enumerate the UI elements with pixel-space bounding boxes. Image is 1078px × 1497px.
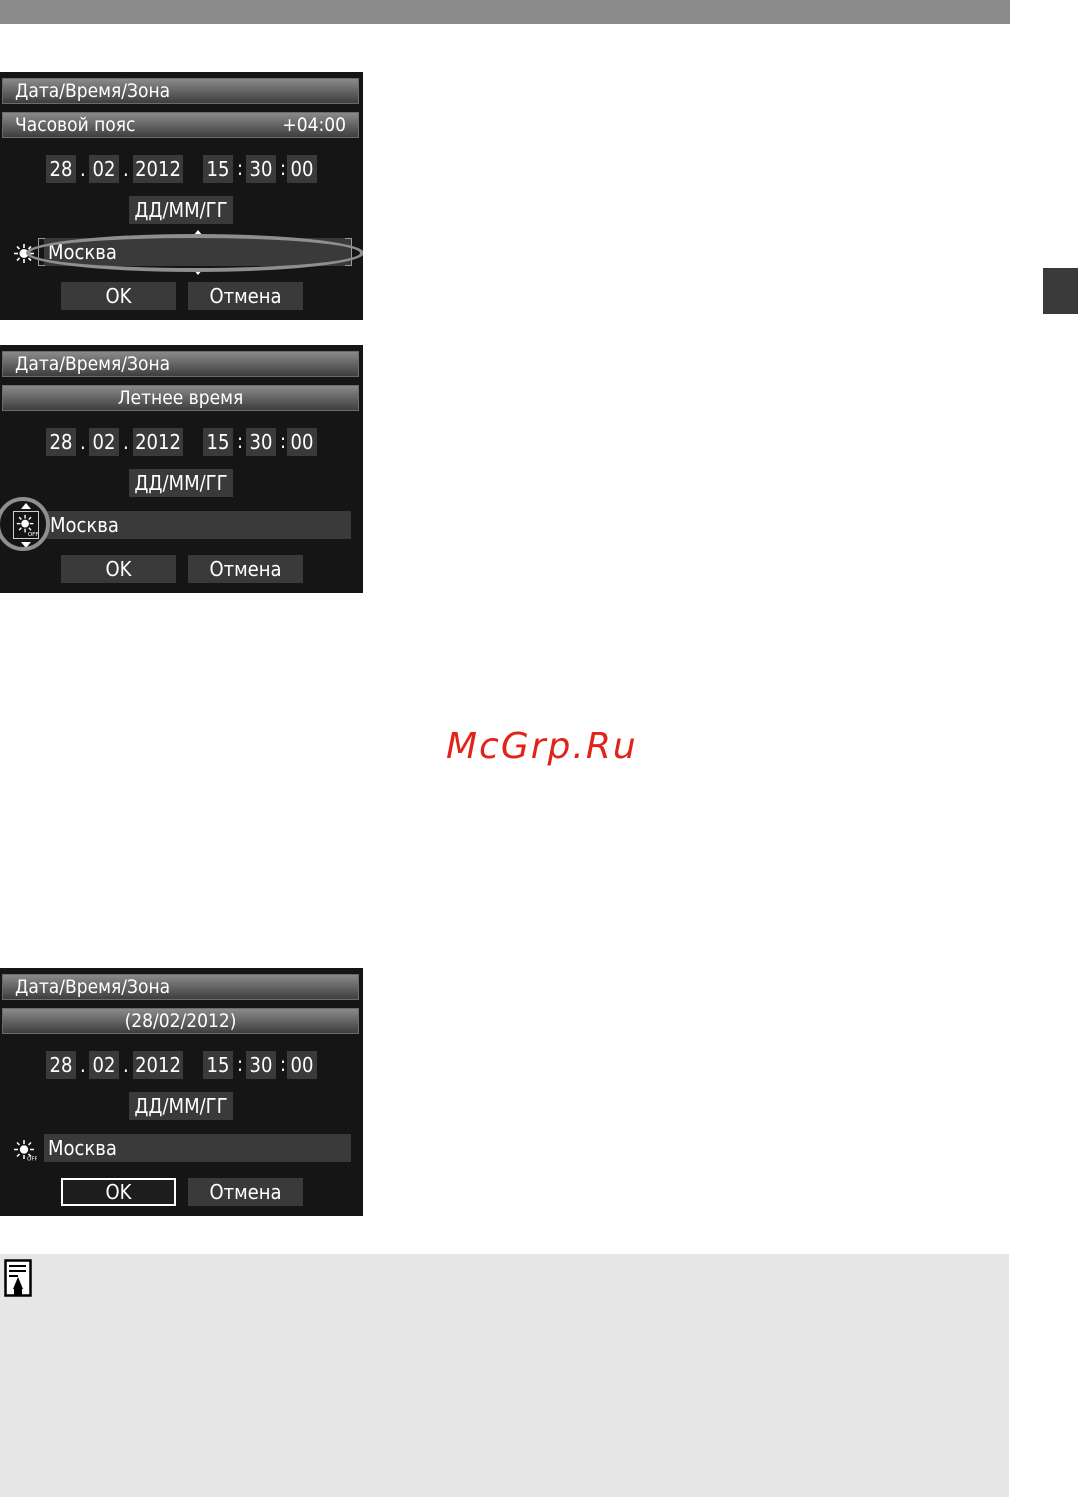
month-field[interactable]: 02 [89, 1051, 119, 1079]
hour-field[interactable]: 15 [203, 428, 233, 456]
timezone-city-field[interactable]: Москва [46, 511, 351, 539]
minute-field[interactable]: 30 [246, 1051, 276, 1079]
cancel-button[interactable]: Отмена [188, 1178, 303, 1206]
cancel-button[interactable]: Отмена [188, 282, 303, 310]
day-field[interactable]: 28 [46, 428, 76, 456]
hour-field[interactable]: 15 [203, 155, 233, 183]
ok-button[interactable]: OK [61, 282, 176, 310]
ok-button[interactable]: OK [61, 555, 176, 583]
second-field[interactable]: 00 [287, 1051, 317, 1079]
second-field[interactable]: 00 [287, 428, 317, 456]
minute-field[interactable]: 30 [246, 428, 276, 456]
date-format-field[interactable]: ДД/ММ/ГГ [129, 1092, 233, 1120]
screen-title: Дата/Время/Зона [2, 974, 359, 1000]
camera-screen-confirm: Дата/Время/Зона (28/02/2012) 28 . 02 . 2… [0, 968, 363, 1216]
chapter-tab [1043, 268, 1078, 314]
watermark-text: McGrp.Ru [446, 726, 638, 767]
minute-field[interactable]: 30 [246, 155, 276, 183]
camera-screen-timezone: Дата/Время/Зона Часовой пояс +04:00 28 .… [0, 72, 363, 320]
dst-sun-off-icon: OFF [14, 1140, 37, 1162]
svg-text:OFF: OFF [27, 1157, 37, 1162]
cancel-button[interactable]: Отмена [188, 555, 303, 583]
screen-title: Дата/Время/Зона [2, 78, 359, 104]
day-field[interactable]: 28 [46, 155, 76, 183]
page-header-bar [0, 0, 1010, 24]
year-field[interactable]: 2012 [133, 155, 183, 183]
day-field[interactable]: 28 [46, 1051, 76, 1079]
date-preview-bar: (28/02/2012) [2, 1008, 359, 1034]
ok-button[interactable]: OK [61, 1178, 176, 1206]
date-format-field[interactable]: ДД/ММ/ГГ [129, 469, 233, 497]
year-field[interactable]: 2012 [133, 1051, 183, 1079]
camera-screen-dst: Дата/Время/Зона Летнее время 28 . 02 . 2… [0, 345, 363, 593]
highlight-ring-zone [26, 234, 363, 272]
dst-bar: Летнее время [2, 385, 359, 411]
month-field[interactable]: 02 [89, 155, 119, 183]
year-field[interactable]: 2012 [133, 428, 183, 456]
hour-field[interactable]: 15 [203, 1051, 233, 1079]
highlight-ring-dst [0, 497, 50, 551]
second-field[interactable]: 00 [287, 155, 317, 183]
timezone-bar[interactable]: Часовой пояс +04:00 [2, 112, 359, 138]
note-box [0, 1254, 1009, 1497]
timezone-offset: +04:00 [282, 114, 346, 136]
screen-title: Дата/Время/Зона [2, 351, 359, 377]
timezone-city-field[interactable]: Москва [44, 1134, 351, 1162]
timezone-label: Часовой пояс [15, 114, 136, 136]
month-field[interactable]: 02 [89, 428, 119, 456]
date-format-field[interactable]: ДД/ММ/ГГ [129, 196, 233, 224]
memo-note-icon [4, 1259, 32, 1297]
